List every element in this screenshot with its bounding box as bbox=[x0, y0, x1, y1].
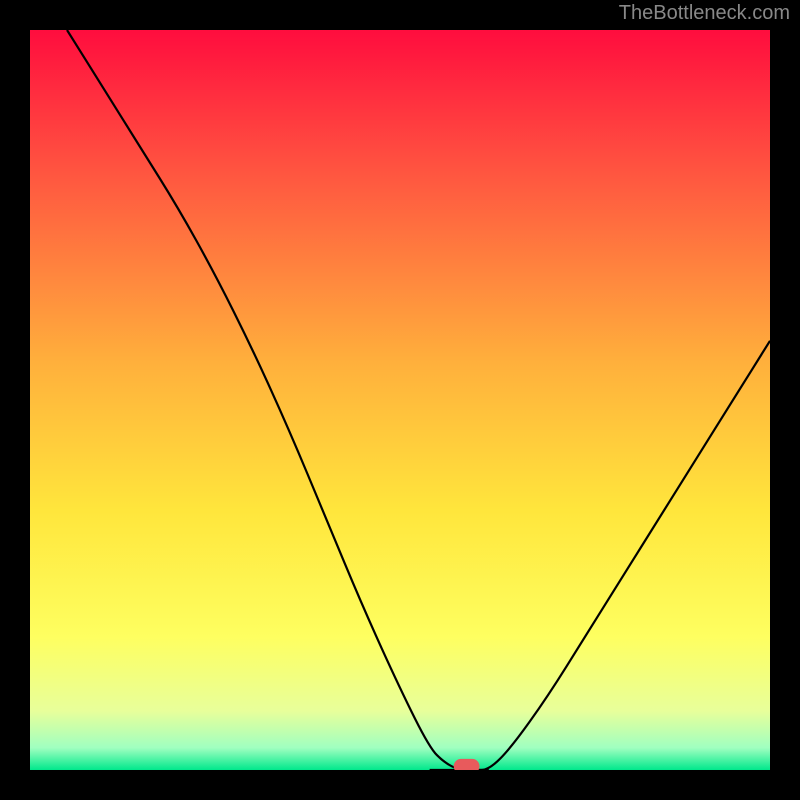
chart-svg bbox=[30, 30, 770, 770]
gradient-background bbox=[30, 30, 770, 770]
watermark-text: TheBottleneck.com bbox=[619, 2, 790, 25]
chart-frame: TheBottleneck.com bbox=[0, 0, 800, 800]
optimal-marker bbox=[454, 759, 480, 770]
plot-area bbox=[30, 30, 770, 770]
